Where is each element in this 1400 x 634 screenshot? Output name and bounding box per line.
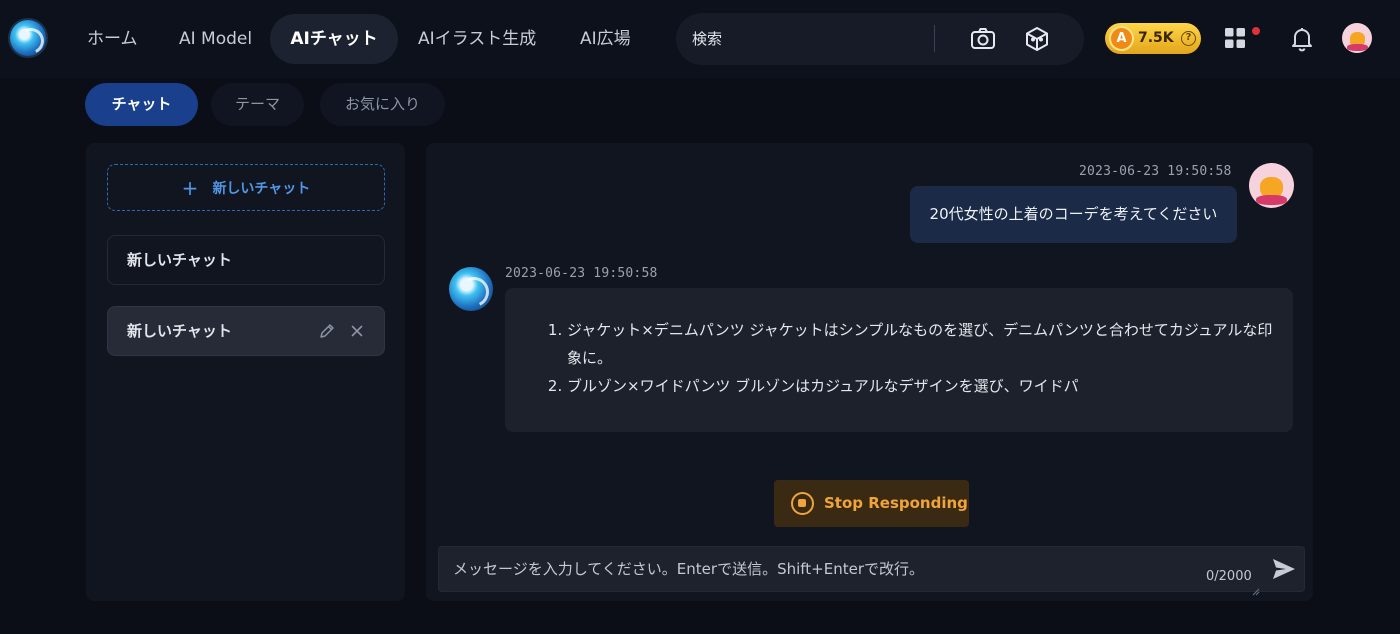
stop-responding-label: Stop Responding [824,494,968,512]
nav-home[interactable]: ホーム [87,14,138,64]
close-icon[interactable] [348,322,366,340]
assistant-message-item: ブルゾン×ワイドパンツ ブルゾンはカジュアルなデザインを選び、ワイドパ [567,372,1275,400]
message-input-box[interactable]: 0/2000 [438,546,1305,596]
notification-dot [1252,27,1260,35]
search-bar[interactable]: 検索 [676,13,1084,65]
coin-amount: 7.5K [1138,30,1174,46]
tab-chat[interactable]: チャット [85,83,198,126]
assistant-message-list: ジャケット×デニムパンツ ジャケットはシンプルなものを選び、デニムパンツと合わせ… [545,316,1275,400]
cube-icon[interactable] [1024,26,1050,52]
edit-icon[interactable] [318,322,336,340]
resize-handle-icon[interactable] [1252,581,1260,596]
stop-responding-button[interactable]: Stop Responding [774,480,969,527]
assistant-message-timestamp: 2023-06-23 19:50:58 [505,266,658,281]
search-divider [934,25,935,52]
bell-icon[interactable] [1290,26,1314,52]
apps-grid-icon[interactable] [1224,27,1246,49]
nav-ai-illustration[interactable]: AIイラスト生成 [418,14,536,64]
tab-favorites[interactable]: お気に入り [320,83,445,126]
new-chat-button[interactable]: + 新しいチャット [107,164,385,211]
help-icon[interactable]: ? [1181,31,1196,46]
chat-history-item-label: 新しいチャット [127,251,232,269]
nav-ai-model[interactable]: AI Model [179,14,252,64]
chat-history-item-label: 新しいチャット [127,322,232,340]
user-message-timestamp: 2023-06-23 19:50:58 [1079,164,1232,179]
search-input[interactable]: 検索 [692,13,722,65]
message-input[interactable] [453,547,1193,591]
logo-icon[interactable] [10,20,46,56]
character-counter: 0/2000 [1206,569,1252,584]
tab-theme[interactable]: テーマ [211,83,304,126]
nav-ai-plaza[interactable]: AI広場 [580,14,631,64]
assistant-message-item: ジャケット×デニムパンツ ジャケットはシンプルなものを選び、デニムパンツと合わせ… [567,316,1275,372]
send-icon[interactable] [1271,556,1297,582]
user-avatar [1249,163,1294,208]
nav-ai-chat[interactable]: AIチャット [270,14,398,64]
top-navigation-bar: ホーム AI Model AIチャット AIイラスト生成 AI広場 検索 A 7… [0,0,1400,78]
chat-history-item-selected[interactable]: 新しいチャット [107,306,385,356]
coin-icon: A [1109,26,1134,51]
coin-balance-badge[interactable]: A 7.5K ? [1105,23,1201,54]
user-message-bubble: 20代女性の上着のコーデを考えてください [910,186,1237,243]
chat-history-sidebar [86,143,405,601]
assistant-avatar [449,267,493,311]
plus-icon: + [181,175,199,200]
chat-history-item[interactable]: 新しいチャット [107,235,385,285]
camera-icon[interactable] [970,26,996,52]
stop-icon [791,492,814,515]
assistant-message-bubble: ジャケット×デニムパンツ ジャケットはシンプルなものを選び、デニムパンツと合わせ… [505,288,1293,432]
new-chat-label: 新しいチャット [212,180,311,197]
avatar[interactable] [1342,23,1372,53]
